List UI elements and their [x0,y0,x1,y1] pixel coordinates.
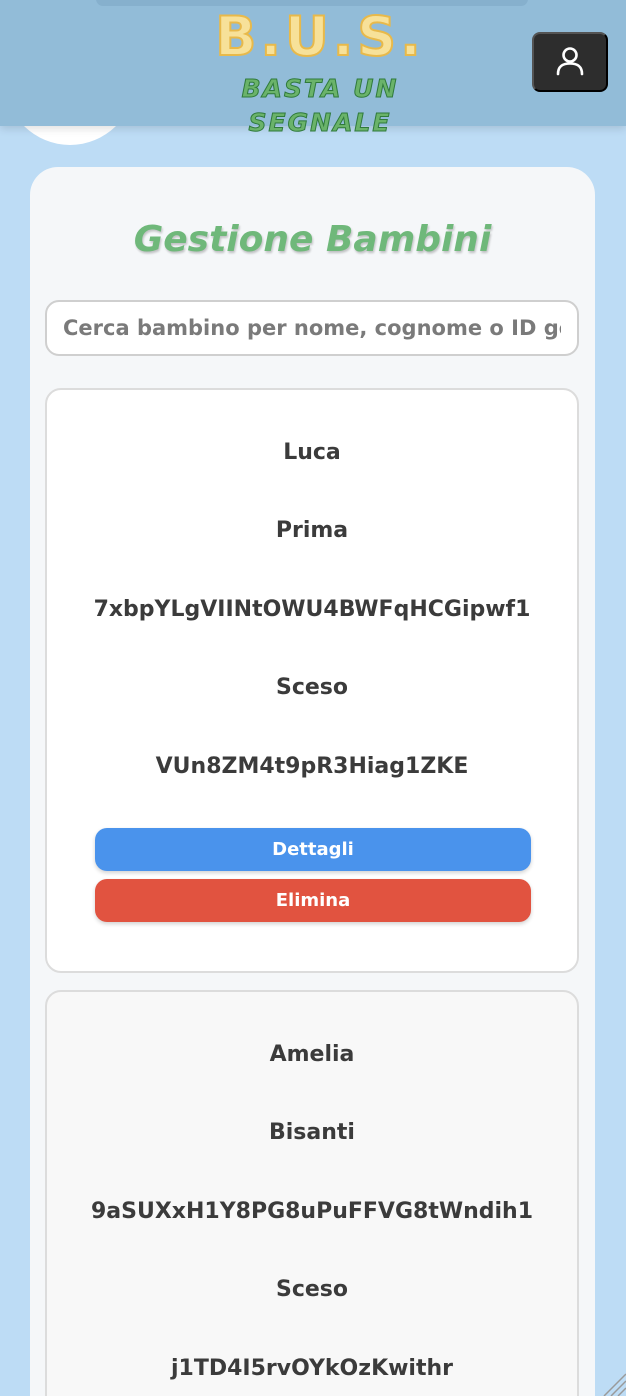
resize-grip-icon[interactable] [598,1368,626,1396]
child-last-name: Bisanti [269,1120,355,1145]
parent-id: 9aSUXxH1Y8PG8uPuFFVG8tWndih1 [90,1199,534,1224]
user-icon [554,45,586,80]
main-panel: Gestione Bambini Luca Prima 7xbpYLgVIINt… [30,167,595,1396]
logo-title: B.U.S. [214,5,425,69]
delete-button[interactable]: Elimina [95,879,531,922]
child-id: j1TD4I5rvOYkOzKwithr [170,1356,454,1381]
logo: B.U.S. BASTA UN SEGNALE [170,5,470,138]
child-first-name: Amelia [269,1042,355,1067]
logo-subtitle: BASTA UN SEGNALE [241,74,399,138]
details-button[interactable]: Dettagli [95,828,531,871]
search-input[interactable] [45,300,579,356]
page-title: Gestione Bambini [133,219,492,260]
child-last-name: Prima [275,518,349,543]
child-card: Amelia Bisanti 9aSUXxH1Y8PG8uPuFFVG8tWnd… [45,990,579,1396]
child-first-name: Luca [283,440,341,465]
parent-id: 7xbpYLgVIINtOWU4BWFqHCGipwf1 [93,597,531,622]
child-card: Luca Prima 7xbpYLgVIINtOWU4BWFqHCGipwf1 … [45,388,579,973]
child-status: Sceso [275,675,348,700]
app-header: B.U.S. BASTA UN SEGNALE [0,0,626,138]
child-id: VUn8ZM4t9pR3Hiag1ZKE [155,754,469,779]
child-status: Sceso [275,1277,348,1302]
profile-button[interactable] [532,32,608,92]
